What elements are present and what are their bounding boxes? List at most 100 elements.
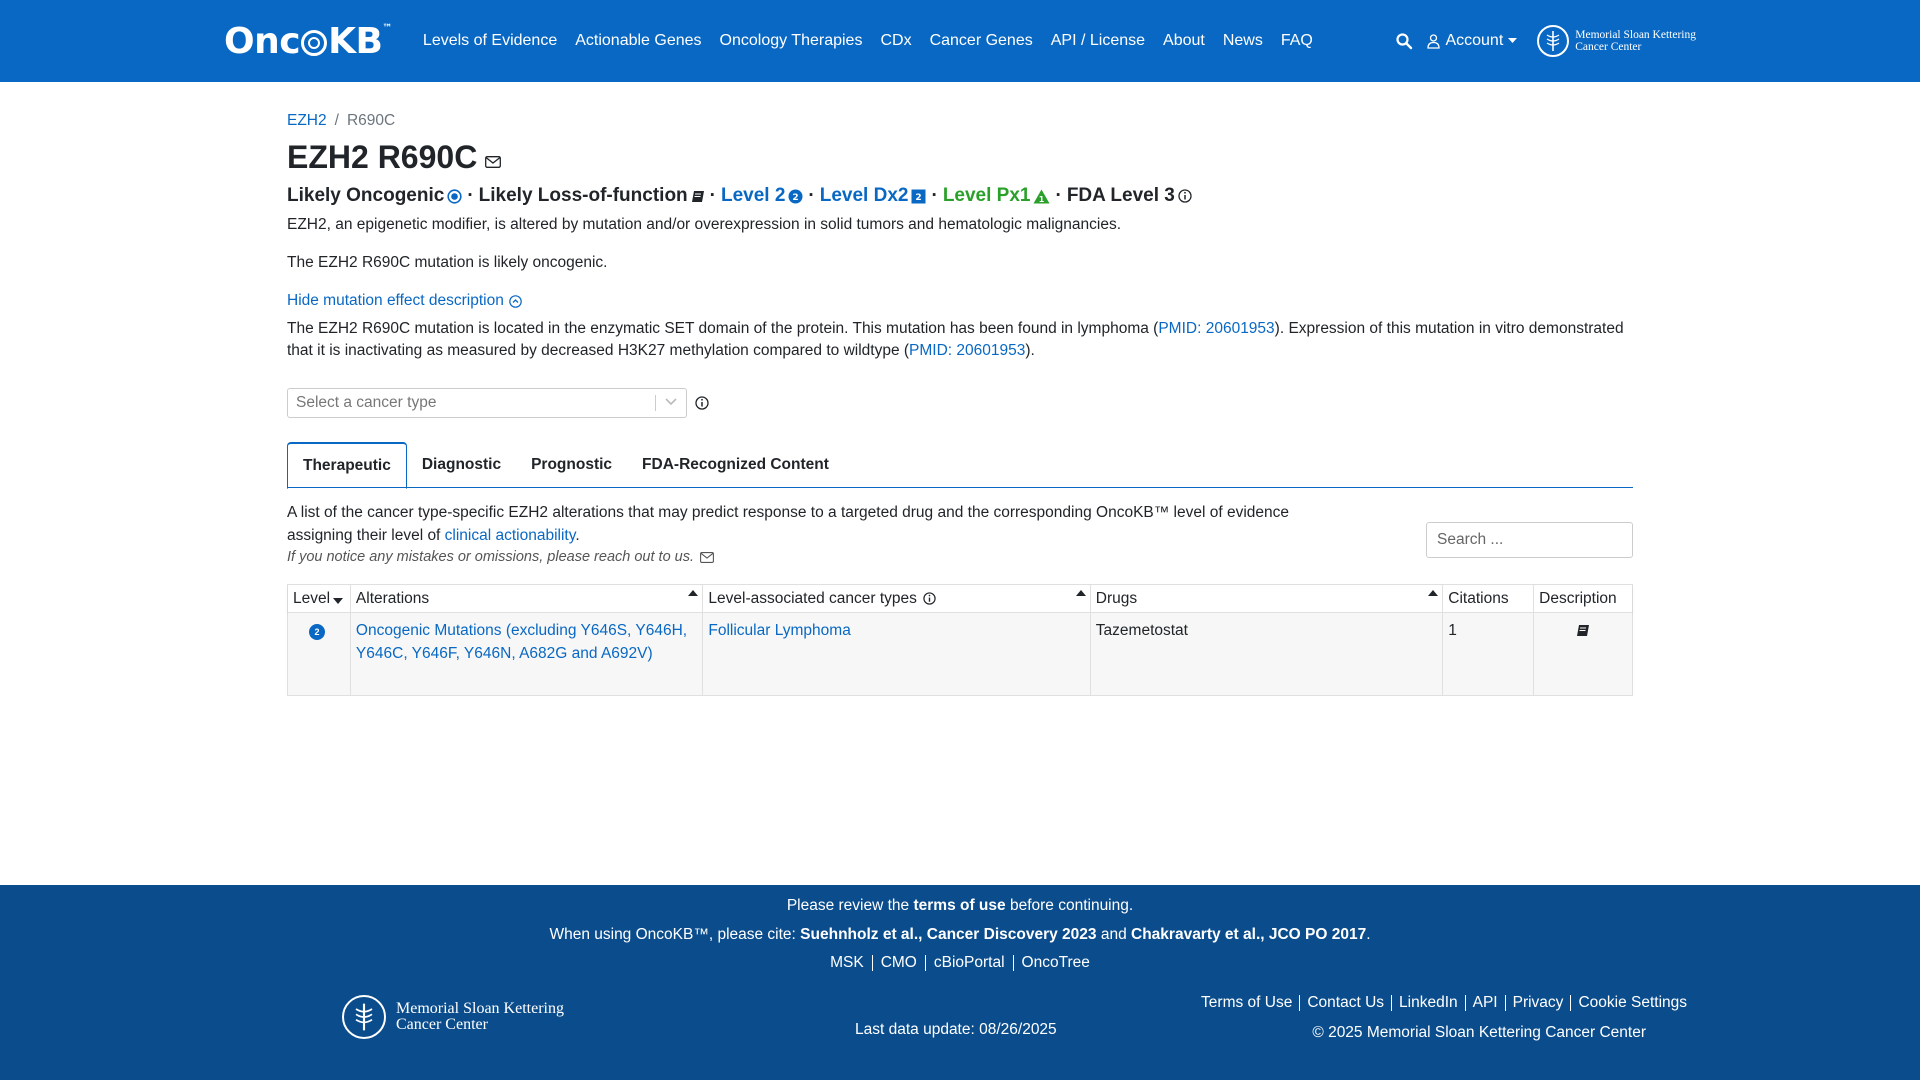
account-label: Account	[1445, 32, 1504, 49]
info-icon[interactable]	[923, 592, 936, 605]
nav-link-cancer-genes[interactable]: Cancer Genes	[921, 32, 1042, 50]
column-header-alterations[interactable]: Alterations	[351, 585, 704, 612]
pmid-link[interactable]: PMID: 20601953	[1158, 320, 1274, 337]
badge-dot: ·	[709, 185, 716, 206]
footer-msk-logo[interactable]: Memorial Sloan Kettering Cancer Center	[342, 995, 564, 1039]
badge-dot: ·	[808, 185, 815, 206]
footer-right: Terms of Use Contact Us LinkedIn API Pri…	[1194, 994, 1687, 1042]
cell-citations[interactable]: 1	[1443, 613, 1535, 695]
oncokb-logo[interactable]: Onc KB ™	[224, 21, 392, 62]
cancer-type-select[interactable]: Select a cancer type	[287, 388, 687, 418]
list-desc-text: A list of the cancer type-specific EZH2 …	[287, 504, 1290, 544]
footer-link-msk[interactable]: MSK	[822, 955, 873, 971]
sort-icon	[1428, 590, 1439, 596]
footer-link-cookie-settings[interactable]: Cookie Settings	[1571, 995, 1687, 1011]
table-search-input[interactable]: Search ...	[1426, 522, 1633, 558]
tab-prognostic[interactable]: Prognostic	[516, 442, 627, 488]
info-icon[interactable]	[1178, 189, 1192, 203]
cancer-type-link[interactable]: Follicular Lymphoma	[708, 622, 850, 639]
account-dropdown[interactable]: Account	[1427, 32, 1518, 50]
cell-cancer-type: Follicular Lymphoma	[703, 613, 1091, 695]
search-icon[interactable]	[1395, 32, 1413, 50]
level-2-link[interactable]: Level 2	[721, 185, 785, 207]
level-2-circle-icon: 2	[788, 189, 803, 203]
cell-alterations: Oncogenic Mutations (excluding Y646S, Y6…	[351, 613, 704, 695]
nav-link-oncology-therapies[interactable]: Oncology Therapies	[711, 32, 872, 50]
footer-link-linkedin[interactable]: LinkedIn	[1392, 995, 1466, 1011]
chevron-down-icon	[665, 398, 677, 406]
logo-text-kb: KB	[328, 20, 383, 62]
feedback-notice: If you notice any mistakes or omissions,…	[287, 549, 714, 565]
badge-dot: ·	[1055, 185, 1062, 206]
page-title-row: EZH2 R690C	[287, 139, 502, 176]
header-label: Level	[293, 589, 331, 607]
logo-text-onc: Onc	[224, 20, 301, 62]
info-icon[interactable]	[695, 396, 709, 410]
nav-link-api-license[interactable]: API / License	[1042, 32, 1154, 50]
oncogenic-summary: The EZH2 R690C mutation is likely oncoge…	[287, 254, 608, 271]
level-badge[interactable]: 2	[309, 624, 325, 640]
sort-icon	[1075, 590, 1086, 596]
footer-link-privacy[interactable]: Privacy	[1506, 995, 1572, 1011]
footer-link-cbioportal[interactable]: cBioPortal	[926, 955, 1014, 971]
tab-diagnostic[interactable]: Diagnostic	[407, 442, 516, 488]
breadcrumb-gene-link[interactable]: EZH2	[287, 112, 327, 130]
column-header-drugs[interactable]: Drugs	[1091, 585, 1444, 612]
citation-link-1[interactable]: Suehnholz et al., Cancer Discovery 2023	[800, 926, 1096, 943]
nav-link-cdx[interactable]: CDx	[871, 32, 920, 50]
book-icon[interactable]	[1576, 624, 1590, 637]
effect-text-1: The EZH2 R690C mutation is located in th…	[287, 320, 1159, 337]
footer-link-cmo[interactable]: CMO	[873, 955, 926, 971]
user-icon	[1427, 33, 1441, 49]
cite-and: and	[1096, 926, 1132, 943]
level-px1-link[interactable]: Level Px1	[943, 185, 1031, 207]
footer-msk-line2: Cancer Center	[396, 1016, 488, 1033]
header-label: Description	[1539, 589, 1617, 607]
envelope-icon[interactable]	[700, 551, 714, 563]
tab-therapeutic[interactable]: Therapeutic	[287, 442, 407, 489]
header-label: Drugs	[1095, 589, 1138, 607]
review-text: Please review the	[786, 897, 914, 914]
tab-fda-recognized-content[interactable]: FDA-Recognized Content	[627, 442, 844, 488]
cell-drugs: Tazemetostat	[1091, 613, 1444, 695]
fda-level-label: FDA Level 3	[1066, 185, 1175, 206]
cell-description	[1534, 613, 1632, 695]
msk-name-line1: Memorial Sloan Kettering	[1575, 29, 1696, 41]
hide-desc-label: Hide mutation effect description	[287, 292, 504, 309]
nav-link-about[interactable]: About	[1154, 32, 1214, 50]
nav-link-faq[interactable]: FAQ	[1272, 32, 1322, 50]
oncogenic-target-icon	[447, 188, 462, 204]
svg-text:1: 1	[1039, 195, 1045, 204]
msk-seal-icon	[1537, 25, 1570, 57]
terms-notice: Please review the terms of use before co…	[0, 897, 1920, 915]
chevron-up-circle-icon	[509, 294, 522, 308]
footer-link-terms[interactable]: Terms of Use	[1194, 995, 1301, 1011]
pmid-link[interactable]: PMID: 20601953	[909, 342, 1025, 359]
footer-link-contact[interactable]: Contact Us	[1300, 995, 1393, 1011]
book-icon[interactable]	[691, 190, 705, 203]
review-text-end: before continuing.	[1005, 897, 1134, 914]
citation-link-2[interactable]: Chakravarty et al., JCO PO 2017	[1131, 926, 1366, 943]
column-header-citations[interactable]: Citations	[1443, 585, 1535, 612]
msk-logo[interactable]: Memorial Sloan Kettering Cancer Center	[1537, 25, 1696, 57]
envelope-icon[interactable]	[485, 155, 502, 168]
caret-down-icon	[1508, 38, 1518, 43]
nav-link-levels-of-evidence[interactable]: Levels of Evidence	[414, 32, 566, 50]
nav-link-news[interactable]: News	[1214, 32, 1272, 50]
terms-of-use-link[interactable]: terms of use	[913, 897, 1005, 914]
column-header-cancer-types[interactable]: Level-associated cancer types	[703, 585, 1091, 612]
column-header-level[interactable]: Level	[288, 585, 351, 612]
notice-text: If you notice any mistakes or omissions,…	[287, 549, 695, 565]
clinical-actionability-link[interactable]: clinical actionability	[445, 527, 576, 544]
footer-link-oncotree[interactable]: OncoTree	[1014, 955, 1098, 971]
footer-link-api[interactable]: API	[1466, 995, 1506, 1011]
nav-link-actionable-genes[interactable]: Actionable Genes	[566, 32, 710, 50]
msk-name-line2: Cancer Center	[1575, 41, 1642, 53]
oncogenicity-label: Likely Oncogenic	[287, 185, 445, 206]
hide-mutation-effect-toggle[interactable]: Hide mutation effect description	[287, 292, 522, 310]
level-dx2-link[interactable]: Level Dx2	[820, 185, 909, 207]
table-header: Level Alterations Level-associated cance…	[288, 585, 1632, 613]
list-desc-end: .	[575, 527, 580, 544]
badge-dot: ·	[467, 185, 474, 206]
alteration-link[interactable]: Oncogenic Mutations (excluding Y646S, Y6…	[356, 622, 687, 662]
